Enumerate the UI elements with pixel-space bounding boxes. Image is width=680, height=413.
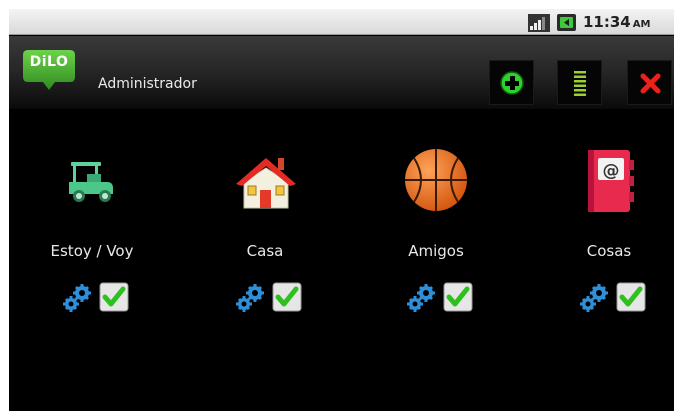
item-cosas[interactable]: @ Cosas [534,146,674,316]
checkbox-checked[interactable] [616,282,646,312]
address-book-icon: @ [588,150,634,212]
item-label: Cosas [586,242,632,260]
svg-text:@: @ [603,161,620,181]
item-label: Estoy / Voy [50,242,134,260]
item-label: Amigos [408,242,464,260]
checkbox-checked[interactable] [443,282,473,312]
basketball-icon [405,149,467,211]
app-title: Administrador [98,76,197,92]
item-label: Casa [246,242,284,260]
item-amigos[interactable]: Amigos [361,146,511,316]
title-bar: DiLO Administrador [9,36,674,109]
clock-time: 11:34 [583,13,631,31]
list-button[interactable] [557,60,602,105]
logo-text: DiLO [29,54,69,70]
list-icon [574,71,586,96]
gear-icon[interactable] [406,283,440,313]
item-estoy-voy[interactable]: Estoy / Voy [17,146,167,316]
status-bar: 11:34 AM [9,9,674,35]
signal-icon [528,14,550,32]
clock-ampm: AM [632,19,651,30]
battery-icon [557,14,576,31]
plus-circle-icon [500,71,524,95]
gear-icon[interactable] [62,283,96,313]
app-logo: DiLO [23,50,81,98]
gear-icon[interactable] [235,283,269,313]
house-icon [236,158,296,209]
close-button[interactable] [627,60,672,105]
golf-cart-icon [69,162,113,202]
gear-icon[interactable] [579,283,613,313]
clock: 11:34 AM [583,11,650,33]
close-icon [640,73,661,94]
checkbox-checked[interactable] [99,282,129,312]
device-screen: 11:34 AM DiLO Administrador Estoy / Voy … [9,9,674,411]
item-casa[interactable]: Casa [190,146,340,316]
checkbox-checked[interactable] [272,282,302,312]
add-button[interactable] [489,60,534,105]
